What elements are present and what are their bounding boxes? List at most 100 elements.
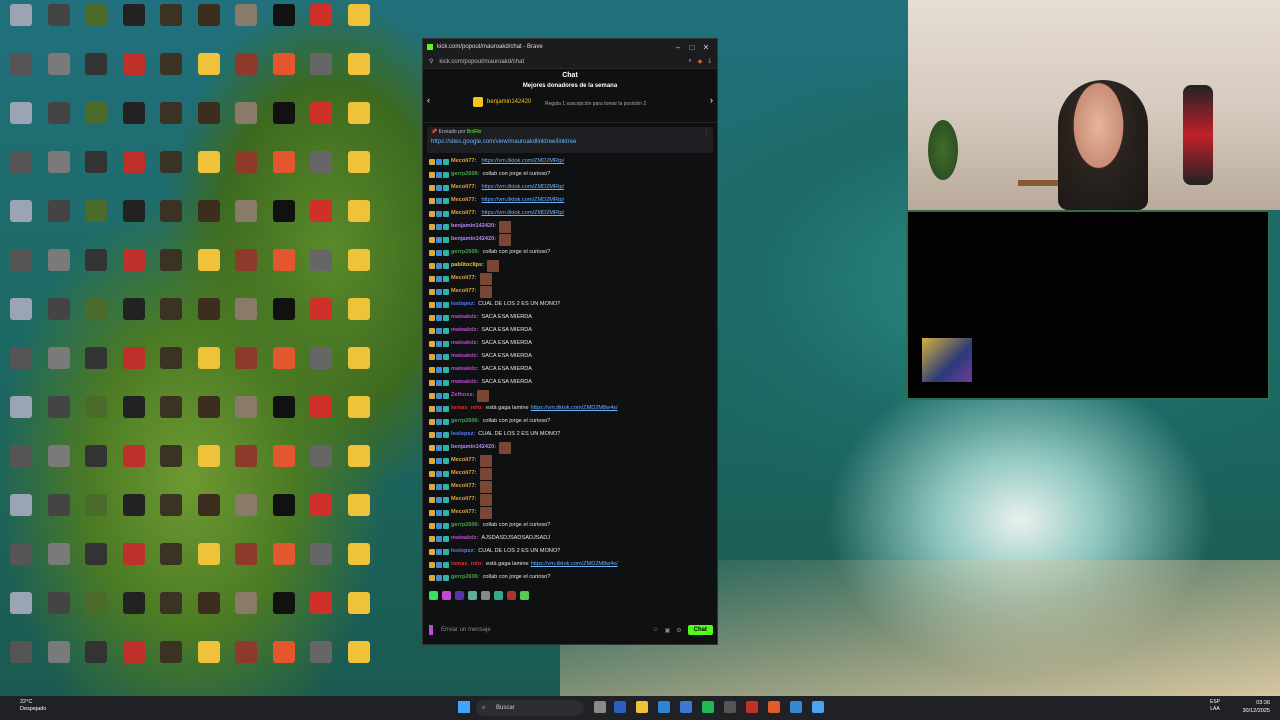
desktop-icon[interactable] [302,102,340,148]
chat-message[interactable]: tomas_rolo: está gaga lamine https://vm.ti… [429,558,711,571]
desktop-icon[interactable] [40,4,78,50]
desktop-icon[interactable] [265,102,303,148]
chat-message[interactable]: gerrp2606: collab con jorge el curioso? [429,571,711,584]
desktop-icon[interactable] [77,249,115,295]
desktop-icon[interactable] [2,396,40,442]
desktop-icon[interactable] [2,4,40,50]
desktop-icon[interactable] [265,347,303,393]
chat-username[interactable]: Mecoli77: [451,181,477,194]
desktop-icon[interactable] [115,543,153,589]
emote-icon[interactable] [481,591,490,600]
download-icon[interactable]: ⤓ [708,58,711,65]
chat-message[interactable]: Mecoli77: [429,480,711,493]
pinned-menu-icon[interactable]: ⋮ [704,129,709,135]
desktop-icon[interactable] [2,347,40,393]
donor-cta[interactable]: Regala 1 suscripción para tomar la posic… [545,101,646,107]
pinned-message[interactable]: 📌 Enviado por BotRix https://sites.googl… [427,127,713,153]
app-icon[interactable] [790,701,802,713]
desktop-icon[interactable] [152,53,190,99]
chat-username[interactable]: gerrp2606: [451,415,480,428]
desktop-icon[interactable] [77,641,115,687]
language-indicator[interactable]: ESP LAA [1210,699,1220,713]
desktop-icon[interactable] [340,53,378,99]
chat-message[interactable]: tomas_rolo: está gaga lamine https://vm.ti… [429,402,711,415]
desktop-icon[interactable] [265,200,303,246]
desktop-icon[interactable] [40,298,78,344]
desktop-icon[interactable] [40,102,78,148]
spotify-icon[interactable] [702,701,714,713]
desktop-icon[interactable] [115,347,153,393]
desktop-icon[interactable] [115,592,153,638]
chat-message[interactable]: mateakdz: SACA ESA MIERDA [429,363,711,376]
chat-username[interactable]: mateakdz: [451,532,478,545]
chat-username[interactable]: pablitoclips: [451,259,484,272]
maximize-button[interactable]: □ [685,43,699,52]
chat-username[interactable]: mateakdz: [451,337,478,350]
desktop-icon[interactable] [115,445,153,491]
desktop-icon[interactable] [115,102,153,148]
desktop-icon[interactable] [190,4,228,50]
desktop-icon[interactable] [302,298,340,344]
desktop-icon[interactable] [2,53,40,99]
desktop-icon[interactable] [302,151,340,197]
desktop-icon[interactable] [302,494,340,540]
chat-username[interactable]: gerrp2606: [451,168,480,181]
pinned-link[interactable]: https://sites.google.com/view/mauroakdli… [431,139,709,145]
close-button[interactable]: ✕ [699,43,713,52]
desktop-icon[interactable] [265,592,303,638]
url-text[interactable]: kick.com/popout/mauroakd/chat [439,59,688,65]
chat-message[interactable]: mateakdz: AJSDASDJSADSADJSADJ [429,532,711,545]
desktop-icon[interactable] [40,592,78,638]
chat-username[interactable]: Mecoli77: [451,480,477,493]
emoji-picker-icon[interactable]: ☺ [652,627,658,633]
desktop-icon[interactable] [227,347,265,393]
desktop-icon[interactable] [340,543,378,589]
emote-icon[interactable] [429,591,438,600]
desktop-icon[interactable] [302,53,340,99]
emote-bar[interactable] [429,591,711,603]
desktop-icon[interactable] [2,151,40,197]
chat-username[interactable]: mateakdz: [451,376,478,389]
chat-username[interactable]: benjamin142420: [451,220,496,233]
chat-input[interactable]: Enviar un mensaje [441,627,652,633]
chat-username[interactable]: loslopez: [451,428,475,441]
chat-username[interactable]: loslopez: [451,545,475,558]
desktop-icon[interactable] [152,151,190,197]
desktop-icon[interactable] [227,298,265,344]
desktop-icon[interactable] [302,200,340,246]
chat-message[interactable]: loslopez: CUAL DE LOS 2 ES UN MONO? [429,545,711,558]
desktop-icon[interactable] [152,249,190,295]
chat-username[interactable]: benjamin142420: [451,233,496,246]
chat-message[interactable]: Mecoli77: [429,272,711,285]
chat-messages[interactable]: Mecoli77: https://vm.tiktok.com/ZMD2MRtp/… [423,153,717,589]
desktop-icon[interactable] [340,200,378,246]
chat-username[interactable]: benjamin142420: [451,441,496,454]
chat-message[interactable]: Mecoli77: https://vm.tiktok.com/ZMD2MRtp/ [429,207,711,220]
desktop-icon[interactable] [77,347,115,393]
desktop-icon[interactable] [265,445,303,491]
clock[interactable]: 03:36 30/12/2025 [1242,699,1270,715]
browser-titlebar[interactable]: kick.com/popout/mauroakd/chat - Brave – … [423,39,717,55]
desktop-icon[interactable] [190,396,228,442]
chat-link[interactable]: https://vm.tiktok.com/ZMD2MRtp/ [482,155,565,168]
emote-icon[interactable] [507,591,516,600]
desktop-icon[interactable] [40,347,78,393]
desktop-icon[interactable] [190,347,228,393]
desktop-icon[interactable] [77,543,115,589]
desktop-icon[interactable] [265,396,303,442]
desktop-icon[interactable] [77,396,115,442]
desktop-icon[interactable] [40,151,78,197]
desktop-icon[interactable] [190,200,228,246]
chat-link[interactable]: https://vm.tiktok.com/ZMD2M8w4x/ [531,402,618,415]
desktop-icon[interactable] [77,200,115,246]
desktop-icon[interactable] [190,53,228,99]
chat-username[interactable]: Mecoli77: [451,272,477,285]
task-view-icon[interactable] [594,701,606,713]
desktop-icon[interactable] [152,4,190,50]
send-chat-button[interactable]: Chat [687,625,713,635]
desktop-icon[interactable] [40,445,78,491]
chat-message[interactable]: mateakdz: SACA ESA MIERDA [429,311,711,324]
desktop-icon[interactable] [77,298,115,344]
desktop-icon[interactable] [340,494,378,540]
chat-username[interactable]: mateakdz: [451,324,478,337]
